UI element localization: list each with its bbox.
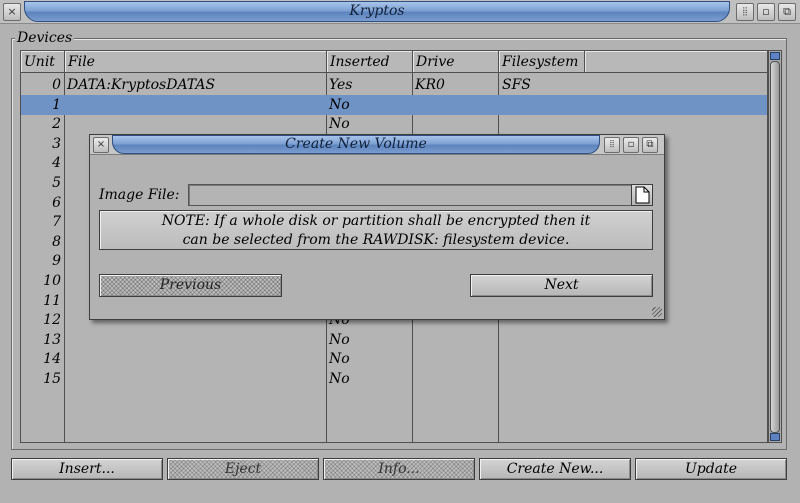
previous-button[interactable]: Previous — [99, 274, 282, 297]
device-cell-unit: 3 — [52, 135, 61, 152]
resize-grip-icon[interactable] — [652, 307, 662, 317]
device-cell-unit: 2 — [52, 116, 61, 133]
column-header-unit[interactable]: Unit — [21, 51, 65, 73]
window-iconify-icon[interactable]: ⦙⦙ — [736, 3, 754, 21]
dialog-title: Create New Volume — [112, 135, 600, 154]
device-cell-unit: 7 — [52, 214, 61, 231]
file-requester-button[interactable] — [631, 184, 653, 206]
scroll-down-arrow-icon[interactable] — [770, 433, 780, 441]
eject-button[interactable]: Eject — [167, 458, 319, 480]
device-cell-unit: 13 — [43, 331, 61, 348]
window-title: Kryptos — [24, 1, 730, 22]
info-button[interactable]: Info... — [323, 458, 475, 480]
dialog-titlebar[interactable]: × Create New Volume ⦙⦙ ▫ ⧉ — [90, 135, 664, 155]
image-file-label: Image File: — [99, 187, 180, 203]
window-titlebar[interactable]: × Kryptos ⦙⦙ ▫ ⧉ — [0, 0, 800, 24]
device-cell-unit: 15 — [43, 371, 61, 387]
device-cell-fs: SFS — [502, 77, 531, 93]
create-new-volume-dialog[interactable]: × Create New Volume ⦙⦙ ▫ ⧉ Image File: N… — [89, 134, 665, 320]
device-cell-inserted: No — [329, 351, 350, 368]
column-header-file[interactable]: File — [65, 51, 327, 73]
column-header-drive[interactable]: Drive — [413, 51, 499, 73]
device-cell-inserted: No — [329, 96, 350, 113]
update-button[interactable]: Update — [635, 458, 787, 480]
device-cell-inserted: No — [329, 331, 350, 348]
device-cell-inserted: Yes — [329, 77, 353, 93]
device-cell-file: DATA:KryptosDATAS — [67, 77, 216, 93]
device-list-header: Unit File Inserted Drive Filesystem — [21, 51, 767, 73]
device-cell-unit: 12 — [43, 312, 61, 329]
device-cell-unit: 11 — [43, 292, 61, 309]
devices-group-label: Devices — [15, 30, 75, 46]
encryption-note: NOTE: If a whole disk or partition shall… — [99, 210, 653, 250]
dialog-depth-icon[interactable]: ⧉ — [642, 137, 658, 153]
device-cell-unit: 0 — [52, 77, 61, 93]
scroll-up-arrow-icon[interactable] — [770, 52, 780, 60]
note-line-2: can be selected from the RAWDISK: filesy… — [182, 232, 570, 248]
device-cell-unit: 5 — [52, 175, 61, 191]
device-row[interactable]: 1 No — [21, 94, 767, 115]
column-header-filesystem[interactable]: Filesystem — [499, 51, 585, 73]
file-icon — [635, 186, 650, 204]
dialog-iconify-icon[interactable]: ⦙⦙ — [604, 137, 620, 153]
device-row[interactable]: 0 DATA:KryptosDATAS Yes KR0 SFS — [21, 75, 767, 95]
device-cell-unit: 8 — [52, 233, 61, 250]
note-line-1: NOTE: If a whole disk or partition shall… — [161, 213, 591, 229]
window-depth-icon[interactable]: ⧉ — [778, 3, 796, 21]
device-cell-drive: KR0 — [415, 77, 445, 93]
device-cell-unit: 6 — [52, 194, 61, 211]
column-separator — [584, 51, 585, 73]
device-cell-inserted: No — [329, 116, 350, 133]
device-row[interactable]: 14 No — [21, 349, 767, 369]
dialog-close-icon[interactable]: × — [93, 137, 109, 153]
insert-button[interactable]: Insert... — [11, 458, 163, 480]
device-cell-inserted: No — [329, 371, 350, 387]
device-cell-unit: 4 — [52, 155, 61, 172]
next-button[interactable]: Next — [470, 274, 653, 297]
device-row[interactable]: 15 No — [21, 369, 767, 389]
create-new-button[interactable]: Create New... — [479, 458, 631, 480]
window-close-icon[interactable]: × — [3, 3, 21, 21]
dialog-zoom-icon[interactable]: ▫ — [623, 137, 639, 153]
device-row[interactable]: 2 No — [21, 114, 767, 134]
column-header-inserted[interactable]: Inserted — [327, 51, 413, 73]
device-cell-unit: 10 — [43, 273, 61, 289]
device-cell-unit: 1 — [52, 96, 61, 113]
device-cell-unit: 14 — [43, 351, 61, 368]
device-row[interactable]: 13 No — [21, 330, 767, 350]
device-cell-unit: 9 — [52, 253, 61, 270]
device-list-scrollbar[interactable] — [768, 50, 782, 443]
window-zoom-icon[interactable]: ▫ — [757, 3, 775, 21]
image-file-input[interactable] — [188, 184, 632, 206]
scrollbar-thumb[interactable] — [770, 61, 780, 433]
column-header-spacer — [585, 51, 767, 73]
